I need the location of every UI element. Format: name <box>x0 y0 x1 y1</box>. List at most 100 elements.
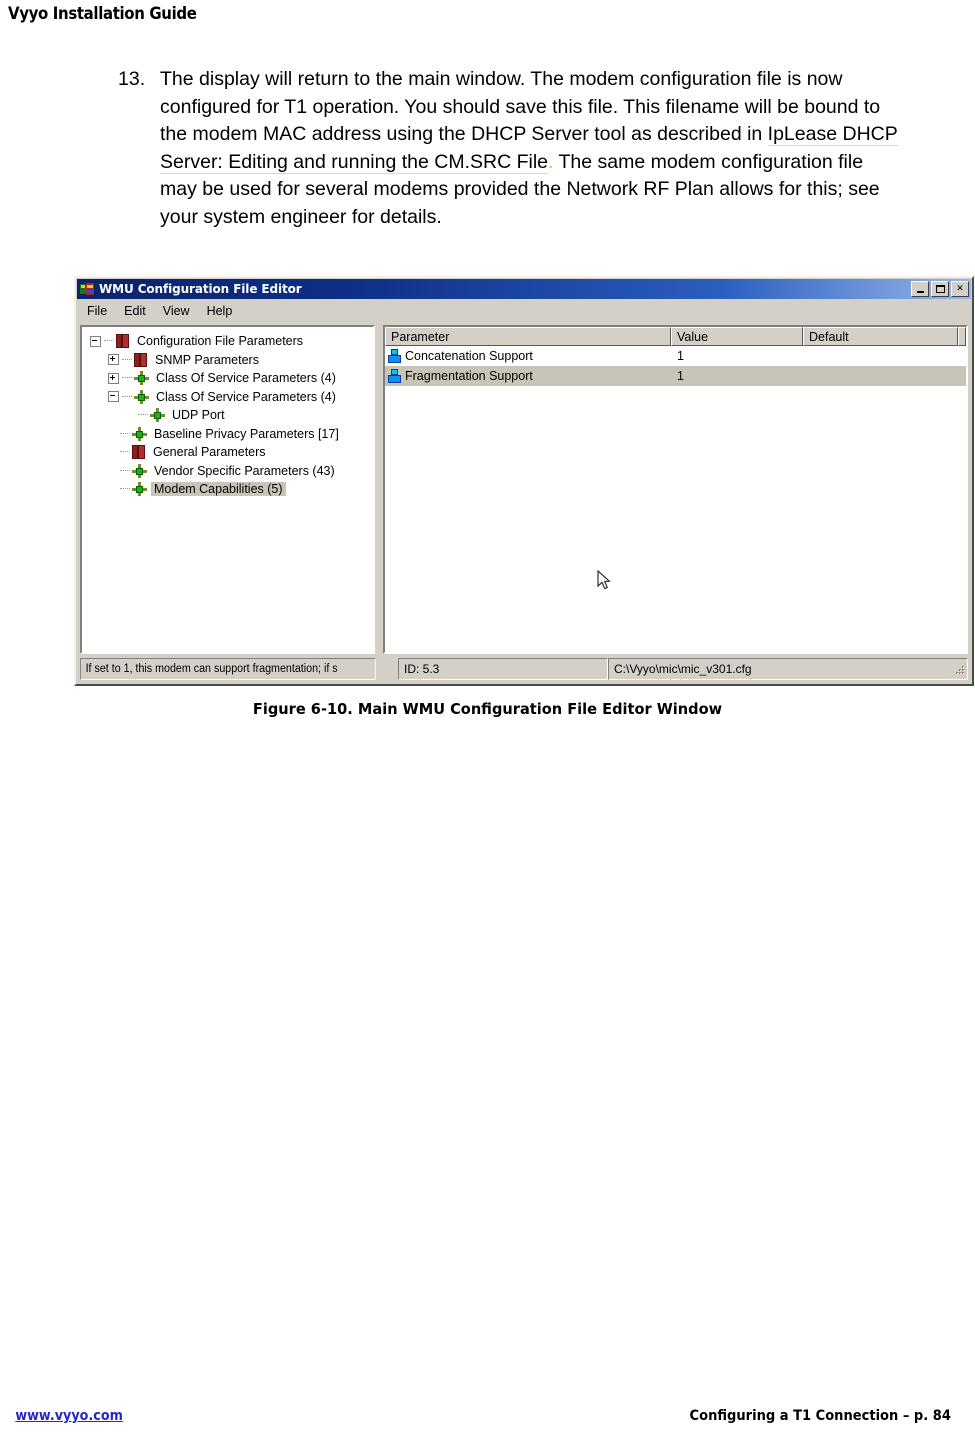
user-icon <box>388 349 401 363</box>
cell-parameter: Concatenation Support <box>385 349 671 363</box>
tree-connector-line <box>120 432 130 435</box>
table-row[interactable]: Concatenation Support 1 <box>385 346 966 366</box>
node-icon-part <box>138 393 145 401</box>
tree-item[interactable]: Baseline Privacy Parameters [17] <box>82 425 373 444</box>
menu-item-edit[interactable]: Edit <box>124 304 146 318</box>
expand-icon[interactable] <box>108 354 119 366</box>
page-header-title: Vyyo Installation Guide <box>8 4 197 24</box>
collapse-icon[interactable] <box>108 391 119 403</box>
column-header[interactable]: Value <box>671 327 803 346</box>
step-row: 13. The display will return to the main … <box>118 66 898 231</box>
tree-connector-line <box>120 451 130 453</box>
tree-connector-line <box>104 340 114 342</box>
footer-page-label: Configuring a T1 Connection – p. 84 <box>689 1408 951 1424</box>
tree-item[interactable]: Vendor Specific Parameters (43) <box>82 462 373 481</box>
cell-parameter-text: Fragmentation Support <box>405 369 533 383</box>
parameter-list-panel[interactable]: Parameter Value Default Concatenation Supp… <box>383 325 968 654</box>
node-icon-part <box>136 467 143 475</box>
parameter-tree-panel[interactable]: Configuration File Parameters SNMP Parame… <box>80 325 375 654</box>
user-icon <box>388 369 401 383</box>
node-icon <box>132 482 147 497</box>
cell-parameter-text: Concatenation Support <box>405 349 533 363</box>
tree-item[interactable]: SNMP Parameters <box>82 351 373 370</box>
step-number: 13. <box>118 68 146 90</box>
tree-item-label: Class Of Service Parameters (4) <box>156 389 336 404</box>
parameter-tree: Configuration File Parameters SNMP Parame… <box>82 327 373 499</box>
book-icon <box>134 352 147 367</box>
maximize-button[interactable] <box>931 281 949 297</box>
column-header[interactable]: Parameter <box>385 327 671 346</box>
tree-item[interactable]: General Parameters <box>82 443 373 462</box>
status-file-path-text: C:\Vyyo\mic\mic_v301.cfg <box>614 662 752 676</box>
status-id-text: ID: 5.3 <box>398 658 608 680</box>
maximize-icon <box>935 285 945 293</box>
cell-value: 1 <box>677 369 684 383</box>
tree-item[interactable]: Modem Capabilities (5) <box>82 480 373 499</box>
window-title-bar[interactable]: WMU Configuration File Editor ✕ <box>77 279 971 299</box>
tree-item-label: Configuration File Parameters <box>137 334 304 349</box>
mouse-pointer-icon <box>597 569 613 592</box>
figure-caption: Figure 6-10. Main WMU Configuration File… <box>252 700 723 718</box>
window-title: WMU Configuration File Editor <box>99 282 302 296</box>
node-icon-part <box>136 430 143 438</box>
panel-splitter[interactable] <box>375 325 383 654</box>
user-icon-part <box>388 375 401 383</box>
close-icon: ✕ <box>956 284 964 294</box>
node-icon-part <box>138 375 145 383</box>
collapse-icon[interactable] <box>90 335 101 347</box>
minimize-button[interactable] <box>911 281 929 297</box>
tree-connector-line <box>120 488 130 490</box>
status-file-path: C:\Vyyo\mic\mic_v301.cfg <box>608 658 968 680</box>
tree-item[interactable]: Configuration File Parameters <box>82 332 373 351</box>
cell-parameter: Fragmentation Support <box>385 369 671 383</box>
tree-item-label: Baseline Privacy Parameters [17] <box>154 426 339 441</box>
expand-icon[interactable] <box>108 372 119 384</box>
tree-connector-line <box>122 358 132 361</box>
tree-item-label: General Parameters <box>153 445 266 460</box>
tree-item-label: Modem Capabilities (5) <box>151 482 286 497</box>
node-icon-part <box>154 412 161 420</box>
menu-item-file[interactable]: File <box>87 304 107 318</box>
column-header[interactable] <box>958 327 966 346</box>
book-icon <box>116 334 129 349</box>
tree-connector-line <box>120 469 130 472</box>
table-row[interactable]: Fragmentation Support 1 <box>385 366 966 386</box>
menu-item-view[interactable]: View <box>163 304 190 318</box>
menu-bar: File Edit View Help <box>79 301 969 321</box>
wmu-config-editor-window: WMU Configuration File Editor ✕ File Edi… <box>74 276 974 686</box>
window-controls: ✕ <box>911 281 969 297</box>
node-icon <box>150 408 165 423</box>
node-icon <box>134 371 149 386</box>
minimize-icon <box>916 291 924 293</box>
tree-item[interactable]: Class Of Service Parameters (4) <box>82 369 373 388</box>
cell-value: 1 <box>677 349 684 363</box>
list-column-headers: Parameter Value Default <box>385 327 966 346</box>
page-footer: www.vyyo.com Configuring a T1 Connection… <box>8 1408 965 1424</box>
close-button[interactable]: ✕ <box>951 281 969 297</box>
node-icon <box>132 463 147 478</box>
status-hint-text: If set to 1, this modem can support frag… <box>80 658 376 680</box>
book-icon <box>132 445 145 460</box>
tree-item-label: Vendor Specific Parameters (43) <box>154 463 335 478</box>
app-icon <box>80 282 94 296</box>
user-icon-part <box>388 355 401 363</box>
tree-item-label: SNMP Parameters <box>155 352 259 367</box>
status-bar: If set to 1, this modem can support frag… <box>80 658 968 680</box>
footer-website-link[interactable]: www.vyyo.com <box>15 1408 123 1424</box>
node-icon <box>132 426 147 441</box>
tree-item[interactable]: Class Of Service Parameters (4) <box>82 388 373 407</box>
menu-item-help[interactable]: Help <box>207 304 233 318</box>
tree-connector-line <box>138 414 148 416</box>
tree-item-label: Class Of Service Parameters (4) <box>156 371 336 386</box>
step-body-text: The display will return to the main wind… <box>160 66 898 231</box>
tree-item[interactable]: UDP Port <box>82 406 373 425</box>
tree-item-label: UDP Port <box>172 408 225 423</box>
tree-connector-line <box>122 377 132 379</box>
column-header[interactable]: Default <box>803 327 958 346</box>
list-rows: Concatenation Support 1 Fragmentation Supp… <box>385 346 966 386</box>
resize-grip-icon[interactable] <box>953 665 965 677</box>
client-area: Configuration File Parameters SNMP Parame… <box>80 325 968 654</box>
instruction-step: 13. The display will return to the main … <box>118 66 898 231</box>
node-icon <box>134 389 149 404</box>
node-icon-part <box>136 486 143 494</box>
